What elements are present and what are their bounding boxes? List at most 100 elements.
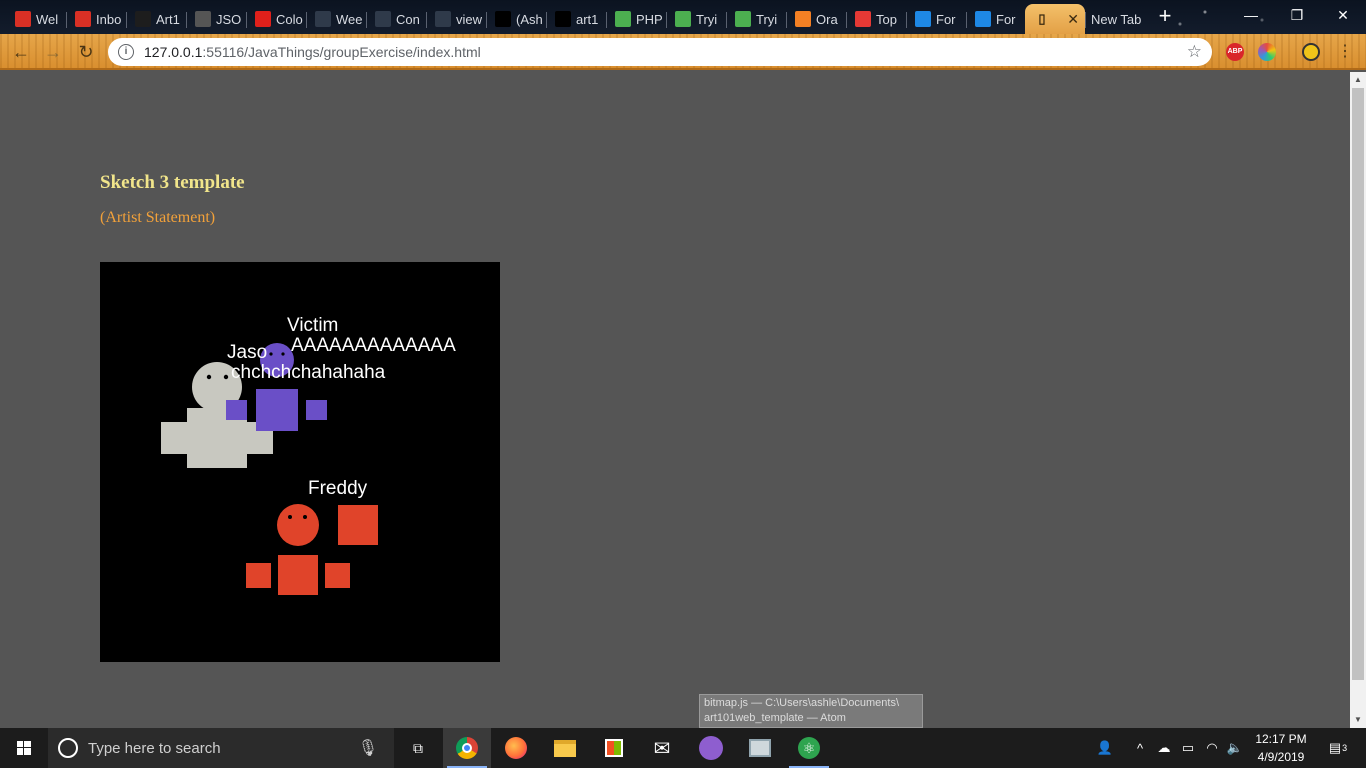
browser-toolbar: ← → ↻ i 127.0.0.1:55116/JavaThings/group… [0,34,1366,70]
victim-label: Victim [287,315,338,336]
info-icon[interactable]: i [118,44,134,60]
tab-6[interactable]: Con [366,4,425,34]
tab-title: Top [876,11,897,27]
close-window-button[interactable]: ✕ [1320,0,1366,30]
document-icon: ▯ [1038,11,1046,26]
taskbar-tooltip: bitmap.js — C:\Users\ashle\Documents\ ar… [699,694,923,728]
freddy-eye-left [288,515,292,519]
url-host: 127.0.0.1 [144,44,203,60]
r-icon [795,11,811,27]
restore-button[interactable]: ❐ [1274,0,1320,30]
reload-button[interactable]: ↻ [73,40,99,64]
windows-taskbar: Type here to search 🎙 ⧉ ✉ ⚛ 👤 ^ ☁ ▭ ◠ 🔈 … [0,728,1366,768]
jason-label: Jaso [227,342,267,363]
victim-eye-right [281,352,285,356]
color-picker-icon[interactable] [1258,43,1276,61]
taskbar-mail[interactable]: ✉ [638,728,686,768]
tab-title: Wel [36,11,59,27]
task-view-icon: ⧉ [413,739,423,756]
tab-title: (Ash [516,11,543,27]
tab-2[interactable]: Art1 [126,4,185,34]
scroll-down-icon[interactable]: ▼ [1350,712,1366,728]
reload-icon: ↻ [78,42,94,62]
tab-5[interactable]: Wee [306,4,365,34]
close-tab-icon[interactable]: ✕ [1067,11,1079,28]
show-hidden-icons-chevron[interactable]: ^ [1130,728,1150,768]
jason-eye-left [206,374,212,380]
taskbar-file-explorer[interactable] [541,728,589,768]
taskbar-atom[interactable]: ⚛ [785,728,833,768]
taskbar-search[interactable]: Type here to search 🎙 [48,728,394,768]
tab-11[interactable]: Tryi [666,4,725,34]
tab-0[interactable]: Wel [6,4,65,34]
victim-eye-left [269,352,273,356]
taskbar-store[interactable] [590,728,638,768]
chrome-icon [456,737,478,759]
freddy-body [278,555,318,595]
taskbar-github-desktop[interactable] [687,728,735,768]
tab-9[interactable]: art1 [546,4,605,34]
clock[interactable]: 12:17 PM 4/9/2019 [1246,730,1316,766]
notification-center[interactable]: ▤ 3 [1318,728,1358,768]
tab-title: JSO [216,11,242,27]
freddy-head [277,504,319,546]
w-icon [375,11,391,27]
menu-kebab-icon[interactable]: ⋮ [1332,40,1358,64]
profile-avatar-icon[interactable] [1302,43,1320,61]
sketch-canvas[interactable]: Victim AAAAAAAAAAAAA Jaso chchchchahahah… [100,262,500,662]
onedrive-cloud-icon[interactable]: ☁ [1153,728,1175,768]
tab-title: view [456,11,483,27]
forward-button[interactable]: → [40,40,66,64]
new-tab-button[interactable]: + [1152,5,1178,29]
wifi-icon[interactable]: ◠ [1201,728,1223,768]
volume-muted-icon[interactable]: 🔈 [1224,728,1246,768]
cortana-icon [58,738,78,758]
minimize-button[interactable]: — [1228,0,1274,30]
freddy-eye-right [303,515,307,519]
taskbar-photos[interactable] [736,728,784,768]
bookmark-star-icon[interactable]: ☆ [1187,42,1202,62]
tab-10[interactable]: PHP [606,4,665,34]
tab-title: Con [396,11,420,27]
back-arrow-icon: ← [12,42,30,62]
tab-active[interactable]: ▯ ✕ [1025,4,1085,34]
tab-3[interactable]: JSO [186,4,245,34]
people-icon[interactable]: 👤 [1092,728,1118,768]
tab-title: Inbo [96,11,122,27]
tab-16[interactable]: For [966,4,1025,34]
page-scrollbar[interactable]: ▲ ▼ [1350,72,1366,728]
page-title: Sketch 3 template [100,172,245,193]
sketch-drawing: Victim AAAAAAAAAAAAA Jaso chchchchahahah… [161,315,456,595]
w-icon [315,11,331,27]
back-button[interactable]: ← [8,40,34,64]
notification-count: 3 [1342,743,1348,753]
tab-4[interactable]: Colo [246,4,305,34]
tab-8[interactable]: (Ash [486,4,545,34]
tab-14[interactable]: Top [846,4,905,34]
w3-icon [615,11,631,27]
ring-icon [855,11,871,27]
tab-1[interactable]: Inbo [66,4,125,34]
tab-15[interactable]: For [906,4,965,34]
tab-12[interactable]: Tryi [726,4,785,34]
task-view-button[interactable]: ⧉ [394,728,442,768]
start-button[interactable] [0,728,48,768]
victim-arm-left [226,400,247,420]
battery-icon[interactable]: ▭ [1177,728,1199,768]
adblock-icon[interactable]: ABP [1226,43,1244,61]
firefox-icon [505,737,527,759]
tab-7[interactable]: view [426,4,485,34]
tab-new-tab[interactable]: New Tab [1085,4,1143,34]
scroll-thumb[interactable] [1352,88,1364,680]
taskbar-firefox[interactable] [492,728,540,768]
taskbar-chrome[interactable] [443,728,491,768]
tab-13[interactable]: Ora [786,4,845,34]
scroll-up-icon[interactable]: ▲ [1350,72,1366,88]
jason-laugh: chchchchahahaha [231,362,386,383]
address-bar[interactable]: i 127.0.0.1:55116/JavaThings/groupExerci… [108,38,1212,66]
mail-icon: ✉ [653,737,671,760]
tab-strip: Wel Inbo Art1 JSO Colo Wee Con view (Ash art1 PHP T… [0,0,1366,34]
freddy-claw [338,505,378,545]
microphone-icon[interactable]: 🎙 [358,738,378,758]
forum-icon [915,11,931,27]
